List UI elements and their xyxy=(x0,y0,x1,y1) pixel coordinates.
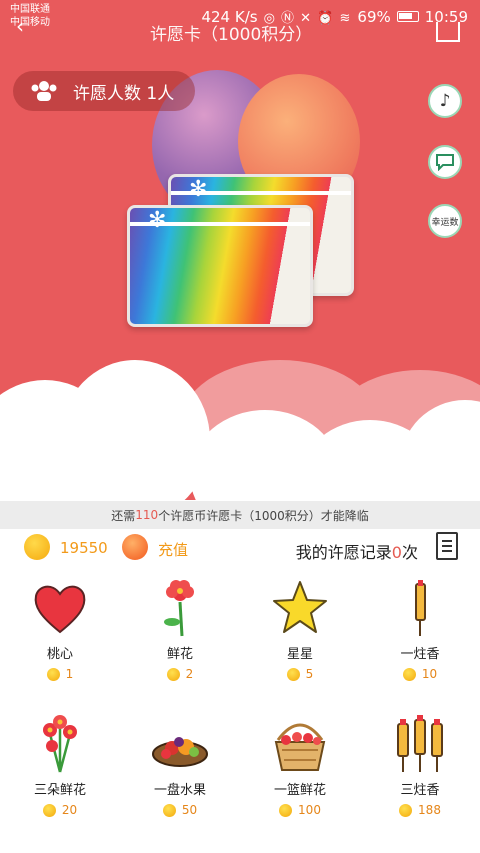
status-bar: 中国联通 中国移动 424 K/s ◎ Ⓝ ✕ ⏰ ≋ 69% 10:59 xyxy=(0,0,480,34)
coin-icon xyxy=(24,534,50,560)
lucky-number-button[interactable]: 幸运数 xyxy=(428,204,462,238)
coin-icon xyxy=(46,667,60,681)
coin-icon xyxy=(42,803,56,817)
music-note-icon[interactable]: ♪ xyxy=(428,84,462,118)
three-flowers-icon xyxy=(30,714,90,774)
wish-card-front: ✻ xyxy=(127,205,313,327)
gift-item[interactable]: 一盘水果 50 xyxy=(120,706,240,836)
gift-name: 一炷香 xyxy=(400,647,440,662)
record-prefix: 我的许愿记录 xyxy=(295,543,392,562)
coin-icon xyxy=(162,803,176,817)
chat-bubble-icon[interactable] xyxy=(428,145,462,179)
banner-prefix: 还需 xyxy=(111,508,136,523)
bow-icon: ✻ xyxy=(148,208,167,233)
wish-hero: ‹ 许愿卡（1000积分） ✻ ✻ 许愿人数 1人 ♪ 幸运数 xyxy=(0,0,480,500)
gift-item[interactable]: 桃心 1 xyxy=(0,570,120,700)
gift-price-value: 188 xyxy=(418,803,441,817)
gift-price-value: 10 xyxy=(421,667,438,681)
gift-price-value: 5 xyxy=(305,667,314,681)
gift-price: 1 xyxy=(0,667,120,681)
people-icon xyxy=(29,79,59,103)
coin-icon xyxy=(399,803,413,817)
wish-count-label: 许愿人数 1人 xyxy=(73,83,175,104)
carrier-info: 中国联通 中国移动 xyxy=(10,3,50,29)
incense-icon xyxy=(390,578,450,638)
coin-icon xyxy=(286,667,300,681)
coin-icon xyxy=(402,667,416,681)
gift-price-value: 20 xyxy=(61,803,78,817)
coin-icon xyxy=(279,803,293,817)
gift-price-value: 1 xyxy=(65,667,74,681)
banner-suffix: 个许愿币许愿卡（1000积分）才能降临 xyxy=(158,508,369,523)
recharge-icon[interactable] xyxy=(122,534,148,560)
status-right: 424 K/s ◎ Ⓝ ✕ ⏰ ≋ 69% 10:59 xyxy=(201,7,468,27)
gift-item[interactable]: 一炷香 10 xyxy=(360,570,480,700)
three-incense-icon xyxy=(390,714,450,774)
coin-balance: 19550 xyxy=(60,539,108,557)
gift-name: 鲜花 xyxy=(166,647,193,662)
carrier-1: 中国联通 xyxy=(10,4,50,15)
record-suffix: 次 xyxy=(401,543,418,562)
wallet-bar: 19550 充值 我的许愿记录0次 xyxy=(0,530,480,566)
gift-item[interactable]: 一篮鲜花 100 xyxy=(240,706,360,836)
gift-price-value: 2 xyxy=(185,667,194,681)
battery-icon xyxy=(396,11,419,22)
gift-item[interactable]: 星星 5 xyxy=(240,570,360,700)
gift-name: 星星 xyxy=(286,647,313,662)
gift-price: 20 xyxy=(0,803,120,817)
cloud-decoration xyxy=(60,360,210,500)
battery-percent: 69% xyxy=(357,7,391,26)
record-list-icon[interactable] xyxy=(436,532,458,560)
gift-price: 5 xyxy=(240,667,360,681)
fruit-plate-icon xyxy=(150,714,210,774)
gift-price-value: 50 xyxy=(181,803,198,817)
gift-price: 10 xyxy=(360,667,480,681)
coin-icon xyxy=(166,667,180,681)
clock: 10:59 xyxy=(424,7,468,26)
recharge-button[interactable]: 充值 xyxy=(158,539,188,560)
gift-name: 一篮鲜花 xyxy=(273,783,326,798)
flower-icon xyxy=(150,578,210,638)
gift-item[interactable]: 三朵鲜花 20 xyxy=(0,706,120,836)
gift-price-value: 100 xyxy=(298,803,321,817)
status-icons: ◎ Ⓝ ✕ ⏰ ≋ xyxy=(263,11,352,26)
flower-basket-icon xyxy=(270,714,330,774)
gift-name: 三炷香 xyxy=(400,783,440,798)
gift-name: 一盘水果 xyxy=(153,783,206,798)
gift-name: 三朵鲜花 xyxy=(33,783,86,798)
wish-requirement-banner: 还需 110 个许愿币许愿卡（1000积分）才能降临 xyxy=(0,501,480,529)
wish-count-pill: 许愿人数 1人 xyxy=(13,71,195,111)
gift-item[interactable]: 鲜花 2 xyxy=(120,570,240,700)
gift-price: 100 xyxy=(240,803,360,817)
network-speed: 424 K/s xyxy=(201,7,258,26)
gift-item[interactable]: 三炷香 188 xyxy=(360,706,480,836)
gift-price: 50 xyxy=(120,803,240,817)
wish-record-link[interactable]: 我的许愿记录0次 xyxy=(296,539,418,563)
gift-name: 桃心 xyxy=(46,647,73,662)
gift-price: 2 xyxy=(120,667,240,681)
bow-icon: ✻ xyxy=(189,177,208,202)
banner-count: 110 xyxy=(135,508,159,522)
heart-icon xyxy=(30,578,90,638)
carrier-2: 中国移动 xyxy=(10,17,50,28)
record-count: 0 xyxy=(391,543,402,562)
gift-price: 188 xyxy=(360,803,480,817)
star-icon xyxy=(270,578,330,638)
